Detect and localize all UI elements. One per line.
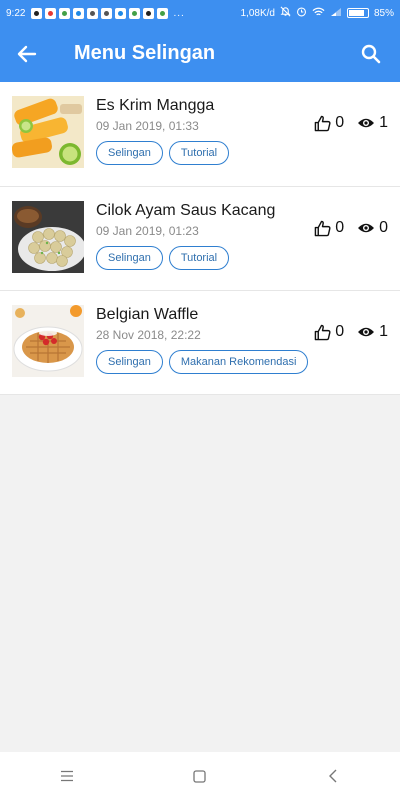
recipe-thumbnail — [12, 96, 84, 168]
tag-chip[interactable]: Selingan — [96, 246, 163, 270]
like-stat[interactable]: 0 — [314, 219, 344, 237]
status-bar: 9:22 ... 1,08K/d 85% — [0, 0, 400, 26]
search-icon — [361, 44, 381, 64]
notification-app-icon — [31, 7, 43, 19]
tag-chip[interactable]: Selingan — [96, 350, 163, 374]
recipe-title: Belgian Waffle — [96, 306, 199, 323]
menu-lines-icon — [60, 770, 73, 782]
recipe-title: Cilok Ayam Saus Kacang — [96, 202, 276, 219]
chevron-back-icon — [329, 769, 337, 783]
recipe-stats: 0 0 — [314, 219, 388, 237]
recipe-date: 28 Nov 2018, 22:22 — [96, 328, 201, 342]
recent-apps-button[interactable] — [47, 756, 87, 796]
tag-list: Selingan Tutorial — [96, 141, 230, 165]
thumbs-up-icon — [314, 220, 331, 236]
recipe-date: 09 Jan 2019, 01:33 — [96, 119, 199, 133]
signal-icon — [330, 7, 342, 20]
recipe-thumbnail — [12, 201, 84, 273]
home-button[interactable] — [180, 756, 220, 796]
view-stat: 1 — [357, 114, 388, 132]
like-stat[interactable]: 0 — [314, 114, 344, 132]
view-count: 1 — [379, 114, 388, 131]
youtube-notification-icon — [45, 7, 57, 19]
recipe-list: Es Krim Mangga 09 Jan 2019, 01:33 Seling… — [0, 82, 400, 395]
recipe-thumbnail — [12, 305, 84, 377]
tag-list: Selingan Makanan Rekomendasi — [96, 350, 309, 374]
notification-app-icon — [73, 7, 85, 19]
line-notification-icon — [157, 7, 169, 19]
wifi-icon — [312, 7, 325, 20]
like-count: 0 — [335, 323, 345, 340]
system-back-button[interactable] — [313, 756, 353, 796]
battery-level — [348, 10, 365, 16]
list-item[interactable]: Cilok Ayam Saus Kacang 09 Jan 2019, 01:2… — [0, 187, 400, 291]
notification-app-icon — [87, 7, 99, 19]
network-speed: 1,08K/d — [240, 7, 275, 19]
tag-chip[interactable]: Makanan Rekomendasi — [168, 350, 309, 374]
square-home-icon — [193, 769, 207, 783]
recipe-title: Es Krim Mangga — [96, 97, 215, 114]
mute-icon — [280, 6, 291, 20]
battery-icon — [346, 8, 369, 18]
tag-chip[interactable]: Selingan — [96, 141, 163, 165]
page-title: Menu Selingan — [74, 42, 216, 64]
tag-list: Selingan Tutorial — [96, 246, 230, 270]
thumbs-up-icon — [314, 324, 331, 340]
system-nav-bar — [0, 752, 400, 800]
app-bar: Menu Selingan — [0, 26, 400, 82]
search-button[interactable] — [358, 41, 384, 67]
view-count: 1 — [379, 323, 388, 340]
eye-icon — [358, 118, 375, 128]
view-stat: 1 — [357, 323, 388, 341]
line-notification-icon — [59, 7, 71, 19]
list-item[interactable]: Belgian Waffle 28 Nov 2018, 22:22 Seling… — [0, 291, 400, 395]
notification-app-icon — [143, 7, 155, 19]
eye-icon — [358, 223, 375, 233]
like-stat[interactable]: 0 — [314, 323, 344, 341]
list-item[interactable]: Es Krim Mangga 09 Jan 2019, 01:33 Seling… — [0, 82, 400, 187]
recipe-stats: 0 1 — [314, 323, 388, 341]
back-button[interactable] — [14, 42, 40, 66]
notification-app-icon — [101, 7, 113, 19]
view-count: 0 — [379, 219, 388, 236]
more-notifications: ... — [173, 7, 185, 19]
like-count: 0 — [335, 219, 345, 236]
eye-icon — [358, 327, 375, 337]
thumbs-up-icon — [314, 115, 331, 131]
view-stat: 0 — [357, 219, 388, 237]
line-notification-icon — [129, 7, 141, 19]
like-count: 0 — [335, 114, 345, 131]
arrow-left-icon — [17, 45, 37, 63]
recipe-date: 09 Jan 2019, 01:23 — [96, 224, 199, 238]
status-time: 9:22 — [6, 7, 26, 19]
tag-chip[interactable]: Tutorial — [168, 141, 230, 165]
notification-app-icon — [115, 7, 127, 19]
alarm-icon — [296, 6, 307, 20]
tag-chip[interactable]: Tutorial — [168, 246, 230, 270]
battery-percent: 85% — [373, 7, 394, 19]
recipe-stats: 0 1 — [314, 114, 388, 132]
